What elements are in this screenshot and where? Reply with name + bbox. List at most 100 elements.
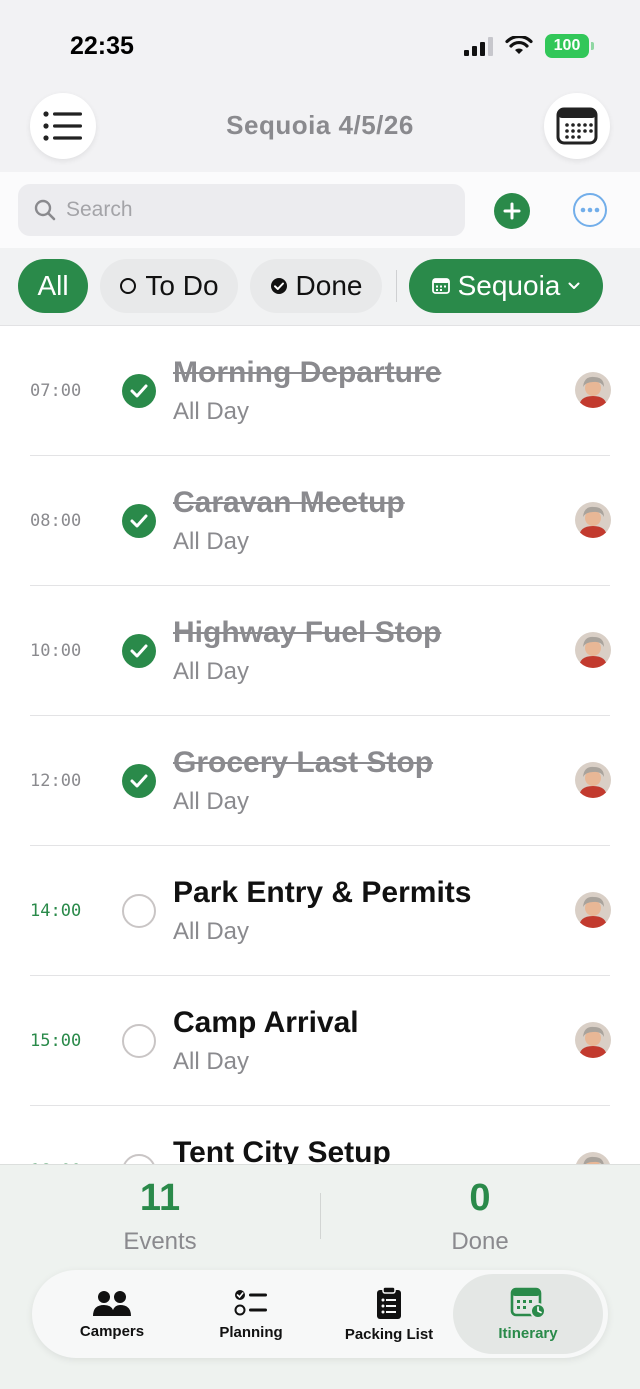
completed-checkbox[interactable] (122, 374, 156, 408)
filter-bar: All To Do Done Sequoia (0, 248, 640, 326)
completed-checkbox[interactable] (122, 504, 156, 538)
clipboard-icon (377, 1285, 401, 1319)
tab-planning-label: Planning (219, 1323, 283, 1341)
event-row[interactable]: 16:00Tent City SetupAll Day (0, 1106, 640, 1164)
filter-todo-label: To Do (145, 270, 219, 301)
event-time: 12:00 (30, 771, 82, 791)
calendar-icon (556, 107, 598, 145)
avatar[interactable] (575, 632, 611, 668)
tab-itinerary[interactable]: Itinerary (453, 1274, 603, 1354)
done-count: 0 (469, 1177, 491, 1219)
checkmark-icon (130, 774, 148, 788)
tab-packing-list-label: Packing List (344, 1325, 434, 1343)
event-subtitle: All Day (173, 398, 250, 425)
filter-todo-chip[interactable]: To Do (100, 259, 238, 313)
event-title: Park Entry & Permits (173, 876, 472, 909)
people-icon (93, 1290, 131, 1316)
add-event-button[interactable] (494, 193, 530, 229)
signal-icon (464, 36, 493, 56)
tab-campers-label: Campers (79, 1322, 145, 1340)
header: Sequoia 4/5/26 (0, 90, 640, 172)
event-time: 07:00 (30, 381, 82, 401)
trip-selector-dropdown[interactable]: Sequoia (409, 259, 603, 313)
event-time: 15:00 (30, 1031, 82, 1051)
status-icons: 100 (464, 34, 594, 58)
filter-all-chip[interactable]: All (18, 259, 88, 313)
event-title: Caravan Meetup (173, 486, 405, 519)
event-title: Tent City Setup (173, 1136, 391, 1164)
events-stat: 11 Events (0, 1177, 320, 1256)
itinerary-list[interactable]: 07:00 Morning Departure All Day 08:00 Carava… (0, 326, 640, 1164)
wifi-icon (505, 36, 533, 54)
event-row[interactable]: 10:00 Highway Fuel Stop All Day (0, 586, 640, 716)
plus-icon (503, 202, 521, 220)
checkmark-icon (130, 384, 148, 398)
avatar-image (575, 372, 611, 408)
avatar[interactable] (575, 762, 611, 798)
filter-divider (396, 270, 397, 302)
done-label: Done (451, 1228, 509, 1255)
calendar-clock-icon (510, 1287, 546, 1319)
event-title: Morning Departure (173, 356, 442, 389)
checkmark-icon (130, 644, 148, 658)
checklist-icon (234, 1289, 267, 1315)
avatar[interactable] (575, 1022, 611, 1058)
event-subtitle: All Day (173, 918, 250, 945)
filled-check-icon (270, 278, 287, 294)
search-row (0, 172, 640, 248)
avatar-image (575, 632, 611, 668)
tab-packing-list[interactable]: Packing List (319, 1274, 459, 1354)
event-title: Camp Arrival (173, 1006, 359, 1039)
trip-selector-label: Sequoia (457, 270, 561, 301)
ellipsis-icon (580, 207, 600, 213)
incomplete-checkbox[interactable] (122, 1154, 156, 1164)
more-options-button[interactable] (573, 193, 607, 227)
completed-checkbox[interactable] (122, 764, 156, 798)
event-row[interactable]: 14:00 Park Entry & Permits All Day (0, 846, 640, 976)
avatar[interactable] (575, 502, 611, 538)
event-row[interactable]: 12:00 Grocery Last Stop All Day (0, 716, 640, 846)
avatar-image (575, 1152, 611, 1164)
event-subtitle: All Day (173, 528, 250, 555)
avatar-image (575, 892, 611, 928)
completed-checkbox[interactable] (122, 634, 156, 668)
filter-done-label: Done (295, 270, 363, 301)
incomplete-checkbox[interactable] (122, 1024, 156, 1058)
search-icon (34, 199, 56, 221)
avatar[interactable] (575, 892, 611, 928)
incomplete-checkbox[interactable] (122, 894, 156, 928)
done-stat: 0 Done (320, 1177, 640, 1256)
event-title: Highway Fuel Stop (173, 616, 442, 649)
filter-all-label: All (37, 270, 69, 301)
event-time: 08:00 (30, 511, 82, 531)
battery-level: 100 (545, 34, 589, 58)
avatar-image (575, 1022, 611, 1058)
avatar-image (575, 762, 611, 798)
tab-bar: Campers Planning Packing List Itinerary (32, 1270, 608, 1358)
event-title: Grocery Last Stop (173, 746, 434, 779)
event-row[interactable]: 08:00 Caravan Meetup All Day (0, 456, 640, 586)
filter-done-chip[interactable]: Done (250, 259, 382, 313)
search-field[interactable] (18, 184, 465, 236)
battery-icon: 100 (545, 34, 594, 58)
avatar[interactable] (575, 372, 611, 408)
tab-planning[interactable]: Planning (181, 1274, 321, 1354)
event-row[interactable]: 07:00 Morning Departure All Day (0, 326, 640, 456)
chevron-down-icon (568, 282, 580, 289)
status-bar: 22:35 100 (0, 0, 640, 90)
event-time: 14:00 (30, 901, 82, 921)
open-circle-icon (120, 278, 137, 294)
avatar[interactable] (575, 1152, 611, 1164)
event-row[interactable]: 15:00 Camp Arrival All Day (0, 976, 640, 1106)
search-input[interactable] (66, 198, 426, 222)
tab-campers[interactable]: Campers (42, 1274, 182, 1354)
checkmark-icon (130, 514, 148, 528)
calendar-button[interactable] (544, 93, 610, 159)
tab-itinerary-label: Itinerary (498, 1324, 558, 1342)
event-subtitle: All Day (173, 788, 250, 815)
event-subtitle: All Day (173, 658, 250, 685)
event-time: 10:00 (30, 641, 82, 661)
status-time: 22:35 (70, 32, 134, 60)
events-count: 11 (139, 1177, 181, 1219)
calendar-small-icon (431, 278, 450, 294)
